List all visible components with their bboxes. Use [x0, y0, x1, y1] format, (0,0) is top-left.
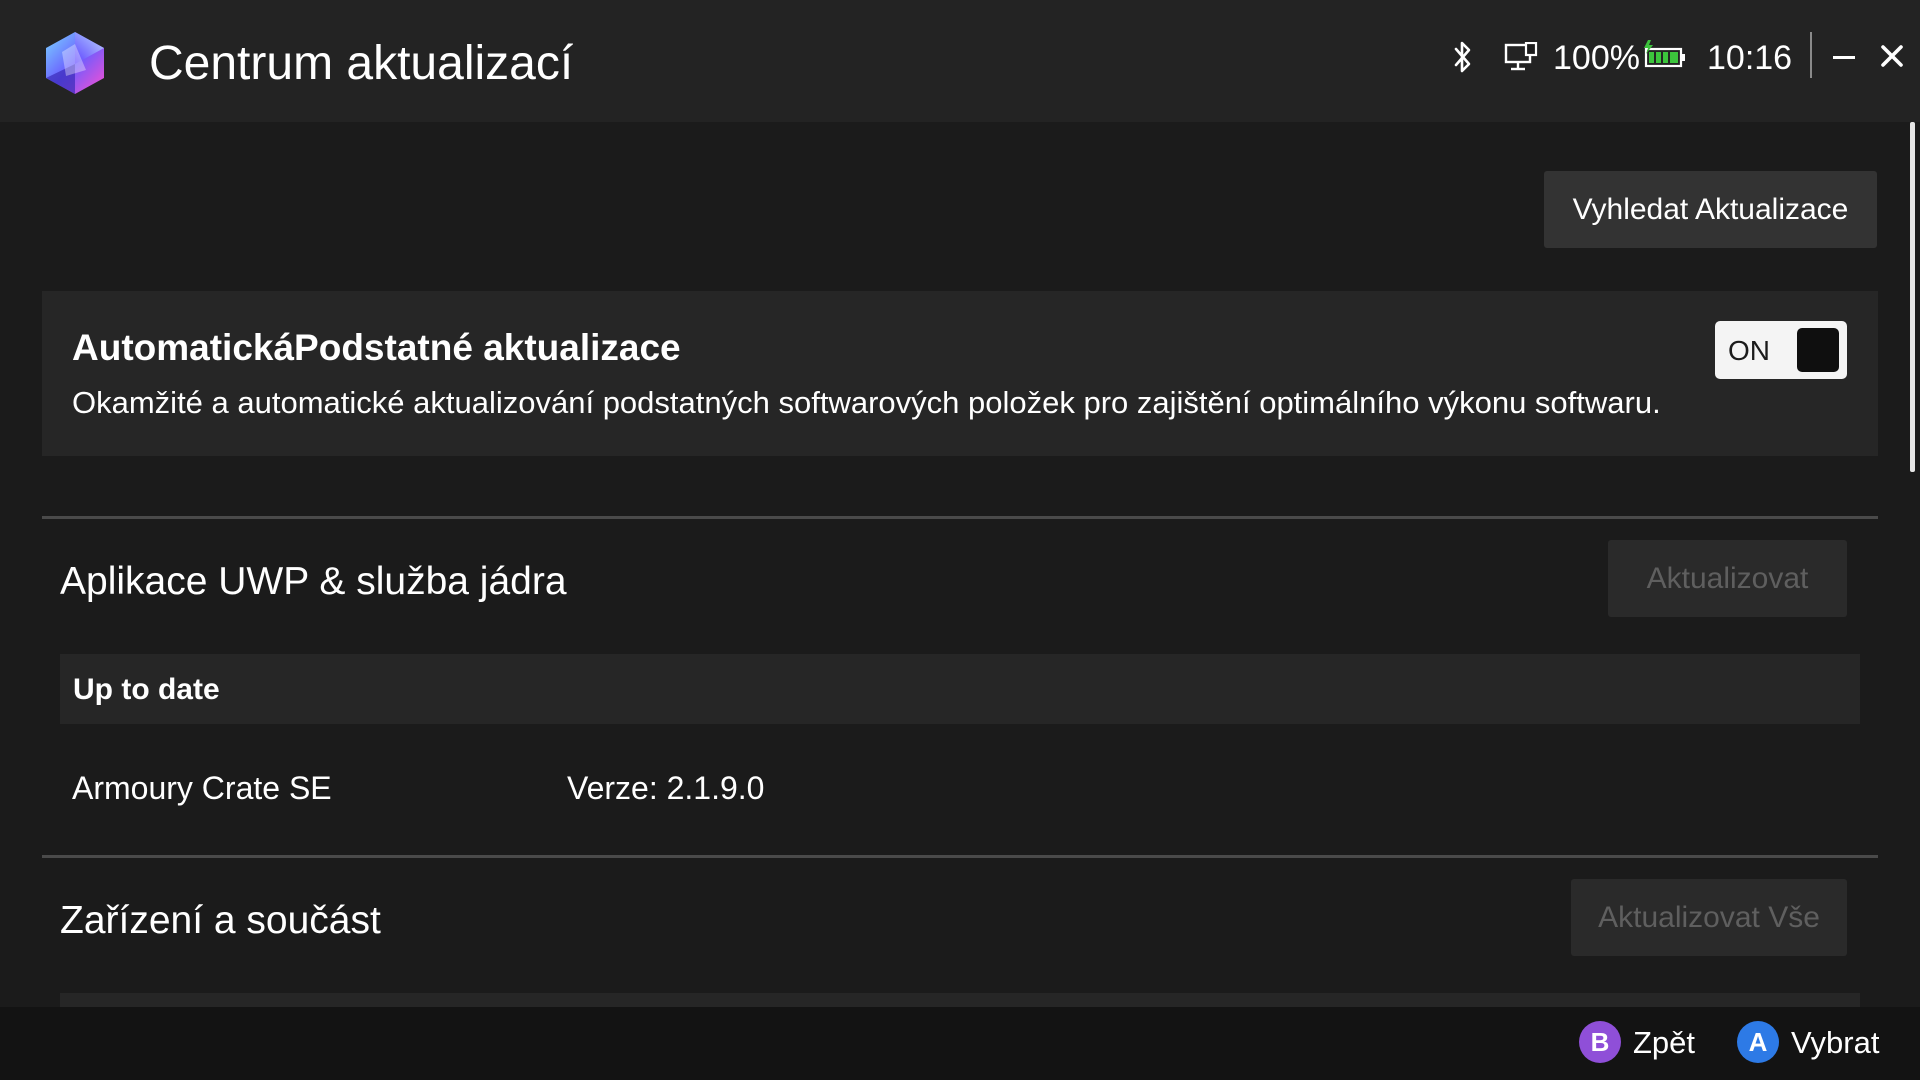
b-button-icon: B — [1579, 1021, 1621, 1063]
auto-update-toggle[interactable]: ON — [1715, 321, 1847, 379]
update-center-window: Centrum aktualizací 100% 10:16 Vyhledat … — [0, 0, 1920, 1080]
controller-hints-bar: B Zpět A Vybrat — [0, 1007, 1920, 1080]
a-button-icon: A — [1737, 1021, 1779, 1063]
display-icon — [1504, 42, 1538, 71]
back-label: Zpět — [1633, 1025, 1696, 1060]
minimize-icon — [1833, 56, 1855, 59]
toggle-knob — [1797, 328, 1839, 372]
close-button[interactable] — [1876, 40, 1908, 72]
armoury-crate-logo-icon — [46, 32, 104, 94]
scrollbar-thumb[interactable] — [1910, 122, 1915, 472]
status-bar: Up to date — [60, 654, 1860, 724]
list-item-name: Armoury Crate SE — [72, 770, 332, 806]
clock: 10:16 — [1707, 39, 1793, 77]
list-item-version: Verze: 2.1.9.0 — [567, 770, 765, 806]
section-divider — [42, 855, 1878, 858]
update-all-button[interactable]: Aktualizovat Vše — [1571, 879, 1847, 956]
auto-update-description: Okamžité a automatické aktualizování pod… — [72, 385, 1661, 420]
section-title-devices: Zařízení a součást — [60, 899, 381, 942]
titlebar-divider — [1810, 32, 1812, 78]
bluetooth-icon — [1454, 41, 1471, 73]
section-title-uwp: Aplikace UWP & služba jádra — [60, 560, 567, 603]
toggle-state-label: ON — [1728, 335, 1770, 366]
battery-charging-icon — [1644, 40, 1685, 68]
status-label: Up to date — [73, 673, 220, 706]
title-bar: Centrum aktualizací 100% 10:16 — [0, 0, 1920, 122]
status-bar — [60, 993, 1860, 1007]
close-icon — [1881, 45, 1903, 67]
select-label: Vybrat — [1791, 1025, 1880, 1060]
section-divider — [42, 516, 1878, 519]
auto-update-card: AutomatickáPodstatné aktualizace Okamžit… — [42, 291, 1878, 456]
check-updates-button[interactable]: Vyhledat Aktualizace — [1544, 171, 1877, 248]
window-title: Centrum aktualizací — [149, 37, 574, 90]
update-button[interactable]: Aktualizovat — [1608, 540, 1847, 617]
battery-percentage: 100% — [1553, 39, 1640, 77]
minimize-button[interactable] — [1830, 38, 1860, 74]
auto-update-title: AutomatickáPodstatné aktualizace — [72, 327, 681, 368]
